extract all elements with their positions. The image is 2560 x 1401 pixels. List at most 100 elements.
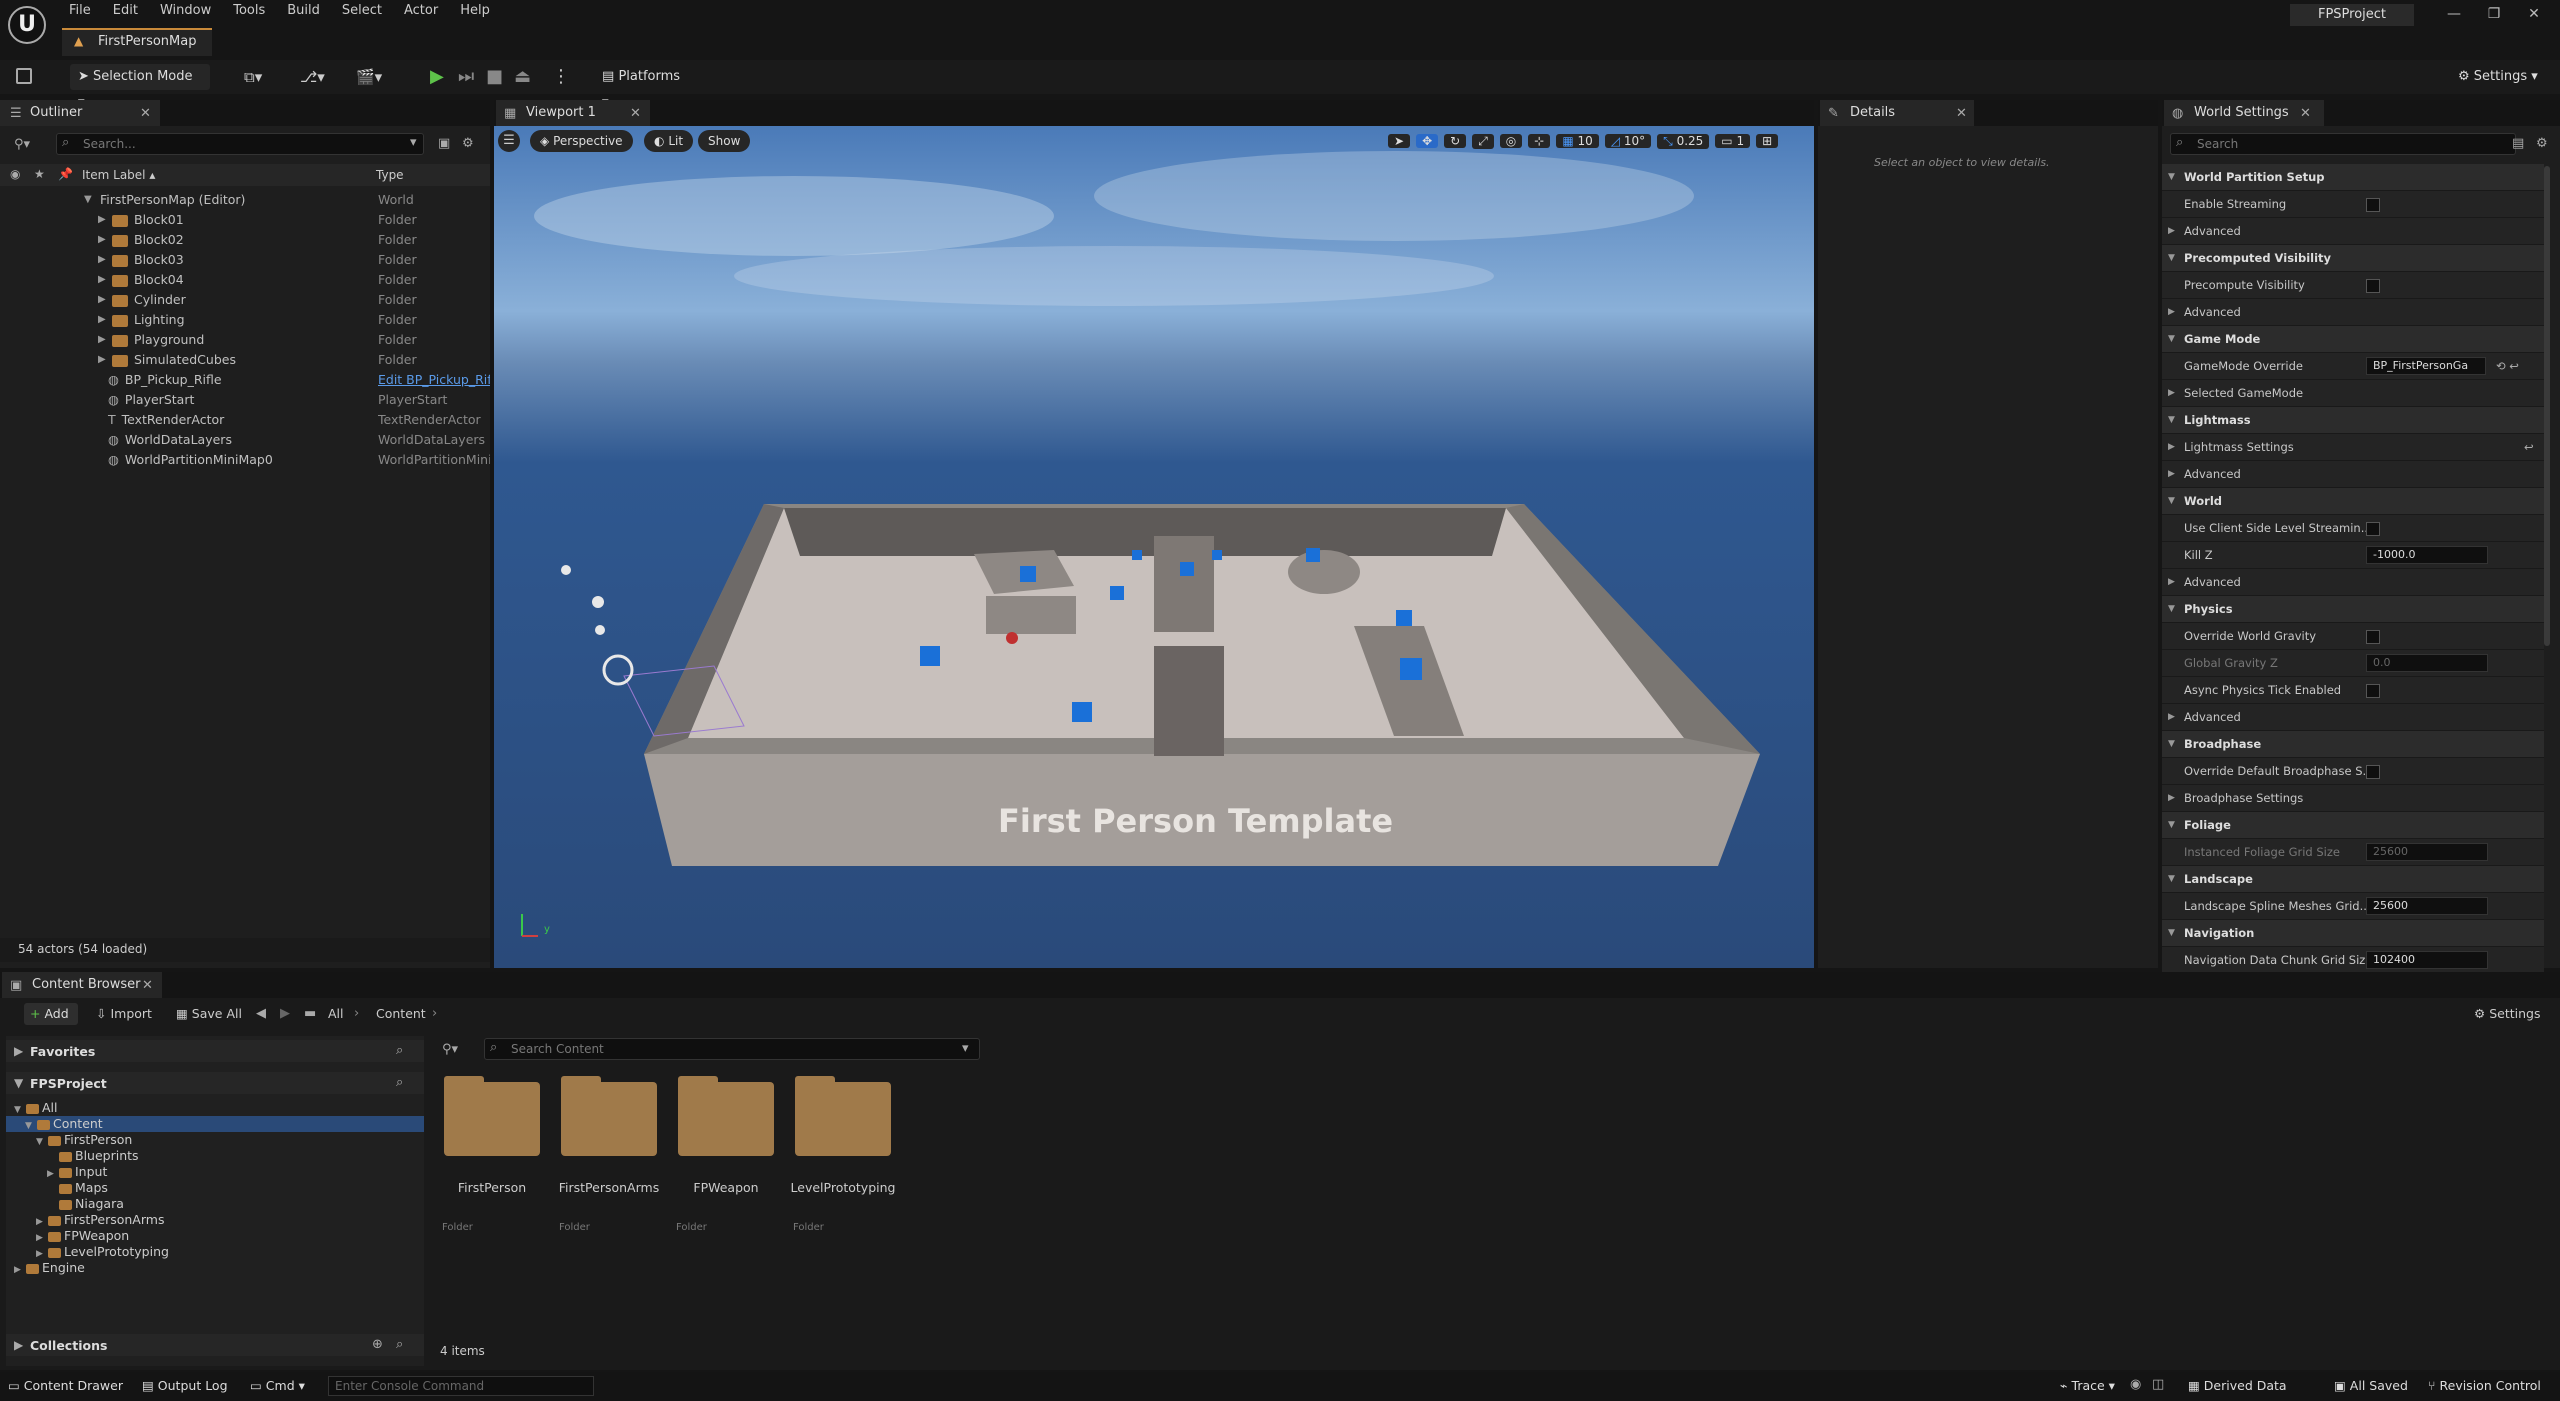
more-options-icon[interactable]: ⋮ [552, 66, 570, 87]
screenshot-icon[interactable]: ◫ [2152, 1377, 2164, 1392]
cb-filter-icon[interactable]: ⚲▾ [442, 1042, 458, 1057]
console-input[interactable]: Enter Console Command [328, 1376, 594, 1396]
favorites-search-icon[interactable]: ⌕ [396, 1043, 403, 1058]
table-view-icon[interactable]: ▤ [2512, 136, 2524, 151]
breadcrumb-content[interactable]: Content [376, 1006, 426, 1021]
breadcrumb-all[interactable]: All [328, 1006, 344, 1021]
tree-folder[interactable]: ▼ FirstPerson [36, 1132, 132, 1148]
value-field[interactable]: 25600 [2366, 897, 2488, 915]
dropdown-icon[interactable]: ▾ [410, 135, 417, 150]
expand-icon[interactable]: ▶ [98, 310, 106, 330]
details-tab[interactable]: Details [1820, 100, 1974, 126]
outliner-settings-icon[interactable]: ⚙ [462, 136, 474, 151]
surface-snap-icon[interactable]: ⊹ [1528, 134, 1551, 148]
move-tool-icon[interactable]: ✥ [1416, 134, 1439, 148]
platforms-button[interactable]: ▤ Platforms ▾ [594, 64, 694, 110]
scale-snap-button[interactable]: ⤡ 0.25 [1657, 133, 1710, 149]
close-window-icon[interactable]: ✕ [2524, 6, 2544, 26]
ws-category[interactable]: ▼ World Partition Setup [2162, 164, 2544, 191]
content-drawer-button[interactable]: ▭ Content Drawer [8, 1376, 123, 1396]
checkbox[interactable] [2366, 765, 2380, 779]
viewport-layout-icon[interactable]: ⊞ [1756, 134, 1779, 148]
menu-window[interactable]: Window [149, 0, 222, 22]
map-tab[interactable]: FirstPersonMap [72, 30, 210, 54]
outliner-world-row[interactable]: ▼ FirstPersonMap (Editor) World [0, 190, 490, 210]
outliner-search-input[interactable]: Search... [56, 133, 424, 155]
pin-icon[interactable]: 📌 [58, 167, 73, 181]
tree-folder[interactable]: Blueprints [47, 1148, 139, 1164]
expand-icon[interactable]: ▶ [98, 350, 106, 370]
ws-property[interactable]: ▶ Selected GameMode [2162, 380, 2544, 407]
ws-settings-icon[interactable]: ⚙ [2536, 136, 2548, 151]
expand-icon[interactable]: ▶ [98, 330, 106, 350]
filter-icon[interactable]: ⚲▾ [14, 137, 30, 152]
outliner-tab[interactable]: Outliner [0, 100, 160, 126]
cinematics-icon[interactable]: 🎬▾ [356, 68, 382, 86]
viewport-close-icon[interactable]: ✕ [630, 106, 641, 121]
favorite-icon[interactable]: ★ [34, 167, 45, 181]
menu-edit[interactable]: Edit [102, 0, 149, 22]
ws-category[interactable]: ▼ World [2162, 488, 2544, 515]
grid-snap-button[interactable]: ▦ 10 [1556, 134, 1599, 148]
menu-help[interactable]: Help [449, 0, 501, 22]
reset-to-default-icon[interactable]: ↩ [2524, 434, 2534, 461]
tree-folder[interactable]: ▼ All [14, 1100, 58, 1116]
camera-speed-button[interactable]: ▭ 1 [1715, 134, 1751, 148]
checkbox[interactable] [2366, 279, 2380, 293]
import-button[interactable]: ⇩ Import [96, 1003, 152, 1025]
ws-scrollbar[interactable] [2544, 166, 2550, 646]
tree-folder[interactable]: ▶ Input [47, 1164, 107, 1180]
ws-property[interactable]: ▶ Advanced [2162, 461, 2544, 488]
ws-category[interactable]: ▼ Navigation [2162, 920, 2544, 947]
tree-folder[interactable]: ▶ Engine [14, 1260, 85, 1276]
output-log-button[interactable]: ▤ Output Log [142, 1376, 228, 1396]
col-type[interactable]: Type [376, 168, 404, 182]
content-browser-tab[interactable]: Content Browser [2, 972, 162, 998]
outliner-row[interactable]: ▶ Block02 Folder [0, 230, 490, 250]
asset-name[interactable]: FirstPerson [437, 1180, 547, 1195]
record-icon[interactable]: ◉ [2130, 1377, 2141, 1392]
checkbox[interactable] [2366, 198, 2380, 212]
minimize-icon[interactable]: — [2444, 6, 2464, 26]
asset-name[interactable]: FPWeapon [671, 1180, 781, 1195]
ws-category[interactable]: ▼ Landscape [2162, 866, 2544, 893]
select-tool-icon[interactable]: ➤ [1388, 134, 1411, 148]
outliner-row[interactable]: ▶ Playground Folder [0, 330, 490, 350]
add-collection-icon[interactable]: ⊕ [372, 1337, 383, 1352]
cb-settings-button[interactable]: ⚙ Settings [2474, 1006, 2540, 1021]
outliner-close-icon[interactable]: ✕ [140, 106, 151, 121]
folder-nav-icon[interactable]: ▬ [304, 1006, 316, 1021]
visibility-icon[interactable]: ◉ [10, 167, 20, 181]
outliner-row[interactable]: ▶ Block04 Folder [0, 270, 490, 290]
tree-folder[interactable]: ▼ Content [25, 1116, 103, 1132]
all-saved-button[interactable]: ▣ All Saved [2334, 1376, 2408, 1396]
perspective-button[interactable]: ◈ Perspective [530, 130, 633, 152]
ws-property[interactable]: ▶ Advanced [2162, 569, 2544, 596]
asset-folder-icon[interactable] [795, 1076, 891, 1156]
new-folder-icon[interactable]: ▣ [438, 136, 450, 151]
derived-data-button[interactable]: ▦ Derived Data [2188, 1376, 2287, 1396]
asset-folder-icon[interactable] [561, 1076, 657, 1156]
reset-icon[interactable]: ⟲ ↩ [2496, 353, 2519, 380]
outliner-row[interactable]: ◍ WorldDataLayers WorldDataLayers [0, 430, 490, 450]
ws-category[interactable]: ▼ Game Mode [2162, 326, 2544, 353]
outliner-row[interactable]: ◍ WorldPartitionMiniMap0 WorldPartitionMin… [0, 450, 490, 470]
outliner-row[interactable]: T TextRenderActor TextRenderActor [0, 410, 490, 430]
tree-folder[interactable]: Niagara [47, 1196, 124, 1212]
checkbox[interactable] [2366, 522, 2380, 536]
menu-tools[interactable]: Tools [222, 0, 276, 22]
ws-category[interactable]: ▼ Lightmass [2162, 407, 2544, 434]
revision-control-button[interactable]: ⑂ Revision Control [2428, 1376, 2541, 1396]
ws-property[interactable]: ▶ Advanced [2162, 299, 2544, 326]
value-field[interactable]: -1000.0 [2366, 546, 2488, 564]
ws-category[interactable]: ▼ Broadphase [2162, 731, 2544, 758]
add-actor-icon[interactable]: ⧉▾ [244, 68, 262, 86]
ws-category[interactable]: ▼ Precomputed Visibility [2162, 245, 2544, 272]
asset-name[interactable]: LevelPrototyping [788, 1180, 898, 1195]
settings-button[interactable]: ⚙ Settings ▾ [2450, 64, 2546, 90]
step-icon[interactable]: ⏭ [458, 66, 474, 87]
asset-folder-icon[interactable] [678, 1076, 774, 1156]
play-icon[interactable]: ▶ [430, 66, 444, 87]
ws-property[interactable]: ▶ Advanced [2162, 218, 2544, 245]
collapse-icon[interactable]: ▼ [84, 190, 92, 210]
